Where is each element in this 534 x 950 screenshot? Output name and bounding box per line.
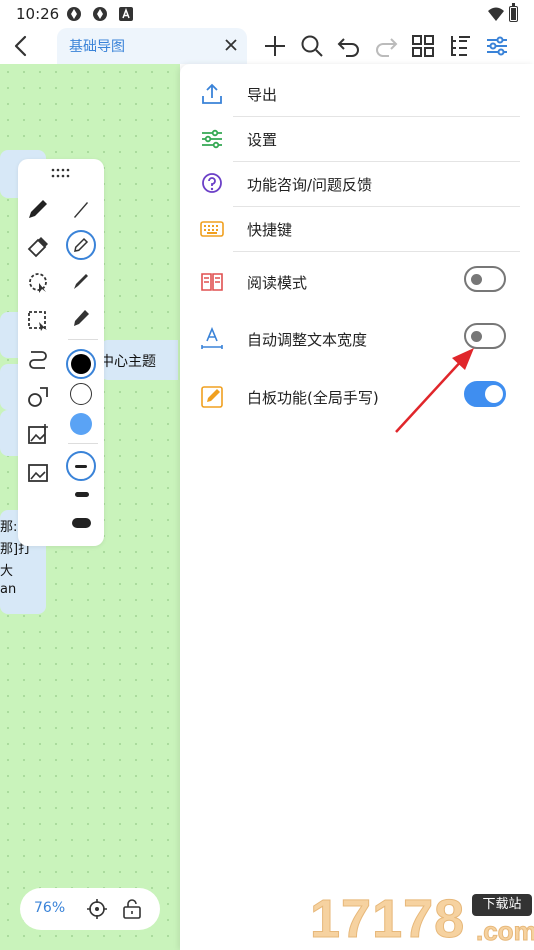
menu-item-label: 功能咨询/问题反馈 [247, 176, 373, 194]
a-badge-icon [119, 7, 133, 21]
question-icon [202, 173, 222, 193]
menu-item-label: 白板功能(全局手写) [247, 389, 379, 407]
menu-item-reading-mode[interactable]: 阅读模式 [180, 260, 534, 304]
export-icon [202, 83, 222, 104]
node-text-line: 大 [0, 564, 14, 579]
menu-item-shortcuts[interactable]: 快捷键 [180, 207, 534, 251]
text-width-icon [201, 327, 223, 349]
marker-icon[interactable] [69, 269, 93, 293]
whiteboard-icon [201, 386, 223, 408]
settings-panel: 导出 设置 功能咨询/问题反馈 快捷键 阅读模式 自动调整文本宽度 白板功能(全… [180, 64, 534, 950]
add-icon[interactable] [262, 33, 288, 59]
settings-sliders-icon[interactable] [484, 33, 510, 59]
selected-pen-ring[interactable] [66, 230, 96, 260]
menu-item-label: 自动调整文本宽度 [247, 331, 368, 349]
book-icon [201, 273, 223, 291]
stroke-width-selected[interactable] [66, 451, 96, 481]
central-topic-label: 中心主题 [100, 354, 156, 370]
menu-item-settings[interactable]: 设置 [180, 117, 534, 161]
undo-icon[interactable] [336, 33, 362, 59]
insert-image-icon[interactable] [26, 423, 50, 447]
highlighter-icon[interactable] [69, 306, 93, 330]
watermark-number: 17178 [309, 889, 466, 950]
watermark-badge: 下载站 [472, 894, 532, 916]
status-bar: 10:26 [0, 0, 534, 28]
lasso-select-icon[interactable] [26, 271, 50, 295]
grid-view-icon[interactable] [410, 33, 436, 59]
keyboard-icon [200, 221, 224, 237]
status-time: 10:26 [16, 5, 60, 23]
watermark-suffix: .com [476, 916, 534, 947]
color-swatch-blue[interactable] [70, 413, 92, 435]
drawing-toolbar [18, 159, 104, 546]
unlock-icon[interactable] [122, 898, 142, 920]
app-notification-icon [67, 7, 81, 21]
zoom-level[interactable]: 76% [34, 900, 65, 916]
document-tab[interactable]: 基础导图 [57, 28, 247, 64]
annotation-arrow-icon [395, 348, 474, 433]
connector-icon[interactable] [26, 347, 50, 371]
menu-item-label: 快捷键 [247, 221, 293, 239]
menu-item-auto-text-width[interactable]: 自动调整文本宽度 [180, 317, 534, 361]
rect-select-icon[interactable] [26, 309, 50, 333]
node-text-line: an [0, 582, 17, 597]
menu-item-label: 阅读模式 [247, 274, 308, 292]
color-swatch-black[interactable] [66, 349, 96, 379]
top-bar: 基础导图 [0, 28, 534, 64]
eraser-icon[interactable] [26, 234, 50, 258]
stroke-width-thick[interactable] [72, 518, 91, 528]
back-arrow-icon[interactable] [8, 32, 36, 60]
pen-icon[interactable] [26, 197, 50, 221]
outline-icon[interactable] [447, 33, 473, 59]
drag-handle-icon[interactable] [50, 167, 72, 179]
reading-mode-toggle[interactable] [464, 266, 506, 292]
menu-item-whiteboard[interactable]: 白板功能(全局手写) [180, 375, 534, 419]
app-notification-icon [93, 7, 107, 21]
settings-sliders-icon [202, 129, 222, 149]
zoom-bar: 76% [20, 888, 160, 930]
menu-item-feedback[interactable]: 功能咨询/问题反馈 [180, 162, 534, 206]
fine-pen-icon[interactable] [69, 197, 93, 221]
close-icon[interactable] [223, 37, 239, 53]
menu-item-label: 设置 [247, 131, 278, 149]
shapes-icon[interactable] [26, 385, 50, 409]
search-icon[interactable] [299, 33, 325, 59]
watermark-logo: 17178 下载站 .com [309, 889, 534, 950]
menu-item-label: 导出 [247, 86, 278, 104]
locate-icon[interactable] [86, 898, 108, 920]
central-topic-node[interactable]: 中心主题 [100, 340, 178, 380]
wifi-icon [488, 7, 504, 21]
pencil-icon [74, 237, 89, 252]
color-swatch-white[interactable] [70, 383, 92, 405]
stroke-width-medium[interactable] [75, 492, 89, 497]
tab-title: 基础导图 [69, 39, 125, 55]
redo-icon[interactable] [373, 33, 399, 59]
battery-icon [509, 3, 518, 22]
menu-item-export[interactable]: 导出 [180, 72, 534, 116]
image-icon[interactable] [26, 461, 50, 485]
